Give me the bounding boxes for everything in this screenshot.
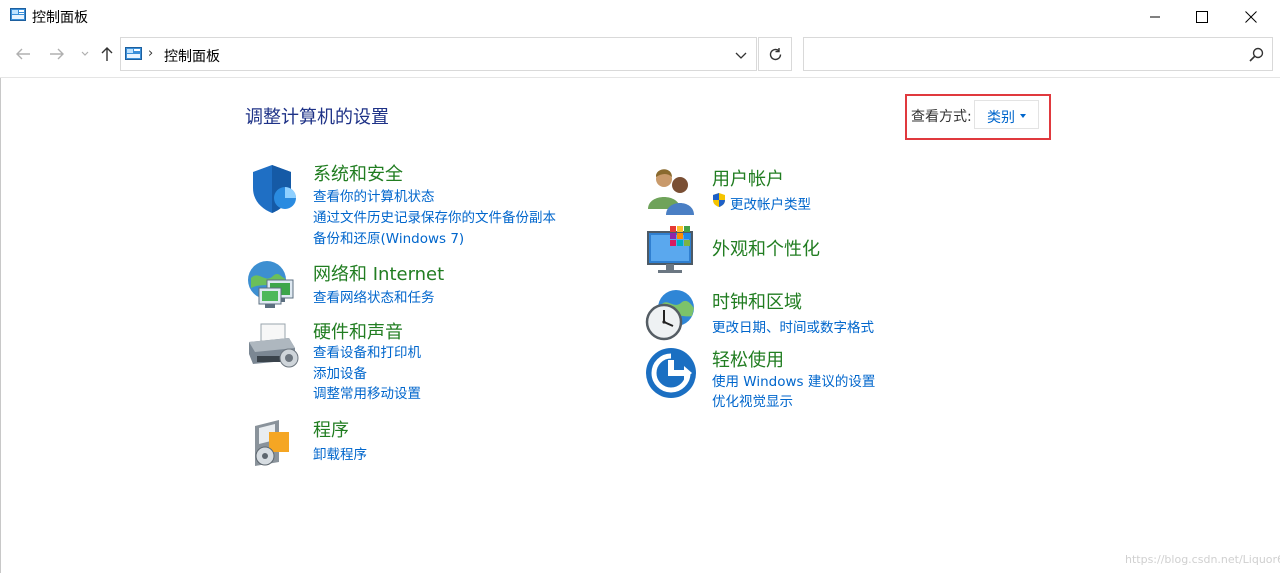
- title-bar: 控制面板: [0, 0, 1280, 33]
- category-title[interactable]: 程序: [313, 416, 349, 442]
- window-edge: [0, 78, 1, 573]
- category-appearance: 外观和个性化: [644, 224, 1004, 280]
- arrow-right-icon: [50, 48, 64, 60]
- category-programs: 程序 卸载程序: [245, 416, 605, 472]
- refresh-icon: [769, 47, 781, 60]
- category-system-security: 系统和安全 查看你的计算机状态 通过文件历史记录保存你的文件备份副本 备份和还原…: [245, 162, 605, 252]
- maximize-icon: [1196, 10, 1208, 23]
- close-button[interactable]: [1227, 0, 1275, 33]
- control-panel-window: 控制面板 › 控制面板 调整计算机的设置 查看方式: 类别 系统和安全 查看你的…: [0, 0, 1280, 573]
- link-devices-printers[interactable]: 查看设备和打印机: [313, 341, 421, 361]
- breadcrumb-separator[interactable]: ›: [148, 46, 153, 61]
- printer-icon[interactable]: [245, 318, 299, 372]
- arrow-left-icon: [16, 48, 30, 60]
- window-title: 控制面板: [32, 10, 88, 26]
- link-change-account-type[interactable]: 更改帐户类型: [730, 193, 811, 213]
- chevron-down-icon[interactable]: [734, 48, 748, 62]
- search-icon[interactable]: [1249, 47, 1264, 62]
- category-title[interactable]: 外观和个性化: [712, 235, 820, 261]
- search-input[interactable]: [803, 37, 1273, 71]
- link-add-device[interactable]: 添加设备: [313, 362, 367, 382]
- category-title[interactable]: 网络和 Internet: [313, 260, 444, 286]
- recent-locations-button[interactable]: [79, 43, 91, 65]
- link-file-history[interactable]: 通过文件历史记录保存你的文件备份副本: [313, 206, 556, 226]
- minimize-icon: [1150, 16, 1160, 17]
- back-button[interactable]: [12, 43, 34, 65]
- view-by-highlight: 查看方式: 类别: [905, 94, 1051, 140]
- ease-of-access-icon[interactable]: [644, 346, 698, 400]
- maximize-button[interactable]: [1178, 0, 1226, 33]
- address-bar[interactable]: › 控制面板: [120, 37, 757, 71]
- view-by-dropdown[interactable]: 类别: [974, 100, 1039, 129]
- link-optimize-visual-display[interactable]: 优化视觉显示: [712, 390, 793, 410]
- category-user-accounts: 用户帐户 更改帐户类型: [644, 165, 1004, 221]
- close-icon: [1245, 10, 1257, 23]
- clock-globe-icon[interactable]: [644, 288, 698, 342]
- link-windows-recommended-settings[interactable]: 使用 Windows 建议的设置: [712, 370, 875, 390]
- category-title[interactable]: 用户帐户: [712, 165, 784, 191]
- link-change-date-time-format[interactable]: 更改日期、时间或数字格式: [712, 316, 874, 336]
- category-hardware-sound: 硬件和声音 查看设备和打印机 添加设备 调整常用移动设置: [245, 318, 605, 402]
- breadcrumb[interactable]: 控制面板: [164, 46, 220, 66]
- shield-icon[interactable]: [245, 162, 299, 216]
- users-icon[interactable]: [644, 165, 698, 219]
- watermark: https://blog.csdn.net/Liquor6: [1125, 553, 1280, 566]
- category-title[interactable]: 轻松使用: [712, 346, 784, 372]
- up-button[interactable]: [96, 43, 118, 65]
- control-panel-icon: [125, 47, 142, 60]
- minimize-button[interactable]: [1131, 0, 1179, 33]
- forward-button[interactable]: [46, 43, 68, 65]
- network-globe-icon[interactable]: [245, 258, 299, 312]
- category-ease-of-access: 轻松使用 使用 Windows 建议的设置 优化视觉显示: [644, 346, 1004, 410]
- arrow-up-icon: [101, 47, 113, 61]
- caret-down-icon[interactable]: [1020, 114, 1026, 118]
- link-mobility-settings[interactable]: 调整常用移动设置: [313, 382, 421, 402]
- category-network-internet: 网络和 Internet 查看网络状态和任务: [245, 258, 605, 314]
- control-panel-icon: [10, 8, 26, 21]
- page-title: 调整计算机的设置: [245, 107, 389, 128]
- category-title[interactable]: 系统和安全: [313, 160, 403, 186]
- programs-icon[interactable]: [245, 416, 299, 470]
- view-by-label: 查看方式:: [911, 109, 972, 125]
- chevron-down-icon: [81, 51, 89, 56]
- link-view-computer-status[interactable]: 查看你的计算机状态: [313, 185, 435, 205]
- link-uninstall-program[interactable]: 卸载程序: [313, 443, 367, 463]
- refresh-button[interactable]: [758, 37, 792, 71]
- link-network-status[interactable]: 查看网络状态和任务: [313, 286, 435, 306]
- navigation-bar: › 控制面板: [0, 33, 1280, 78]
- uac-shield-icon: [713, 193, 725, 207]
- category-title[interactable]: 时钟和区域: [712, 288, 802, 314]
- link-backup-restore[interactable]: 备份和还原(Windows 7): [313, 227, 464, 247]
- category-clock-region: 时钟和区域 更改日期、时间或数字格式: [644, 288, 1004, 344]
- view-by-value[interactable]: 类别: [987, 107, 1015, 127]
- monitor-palette-icon[interactable]: [644, 224, 698, 278]
